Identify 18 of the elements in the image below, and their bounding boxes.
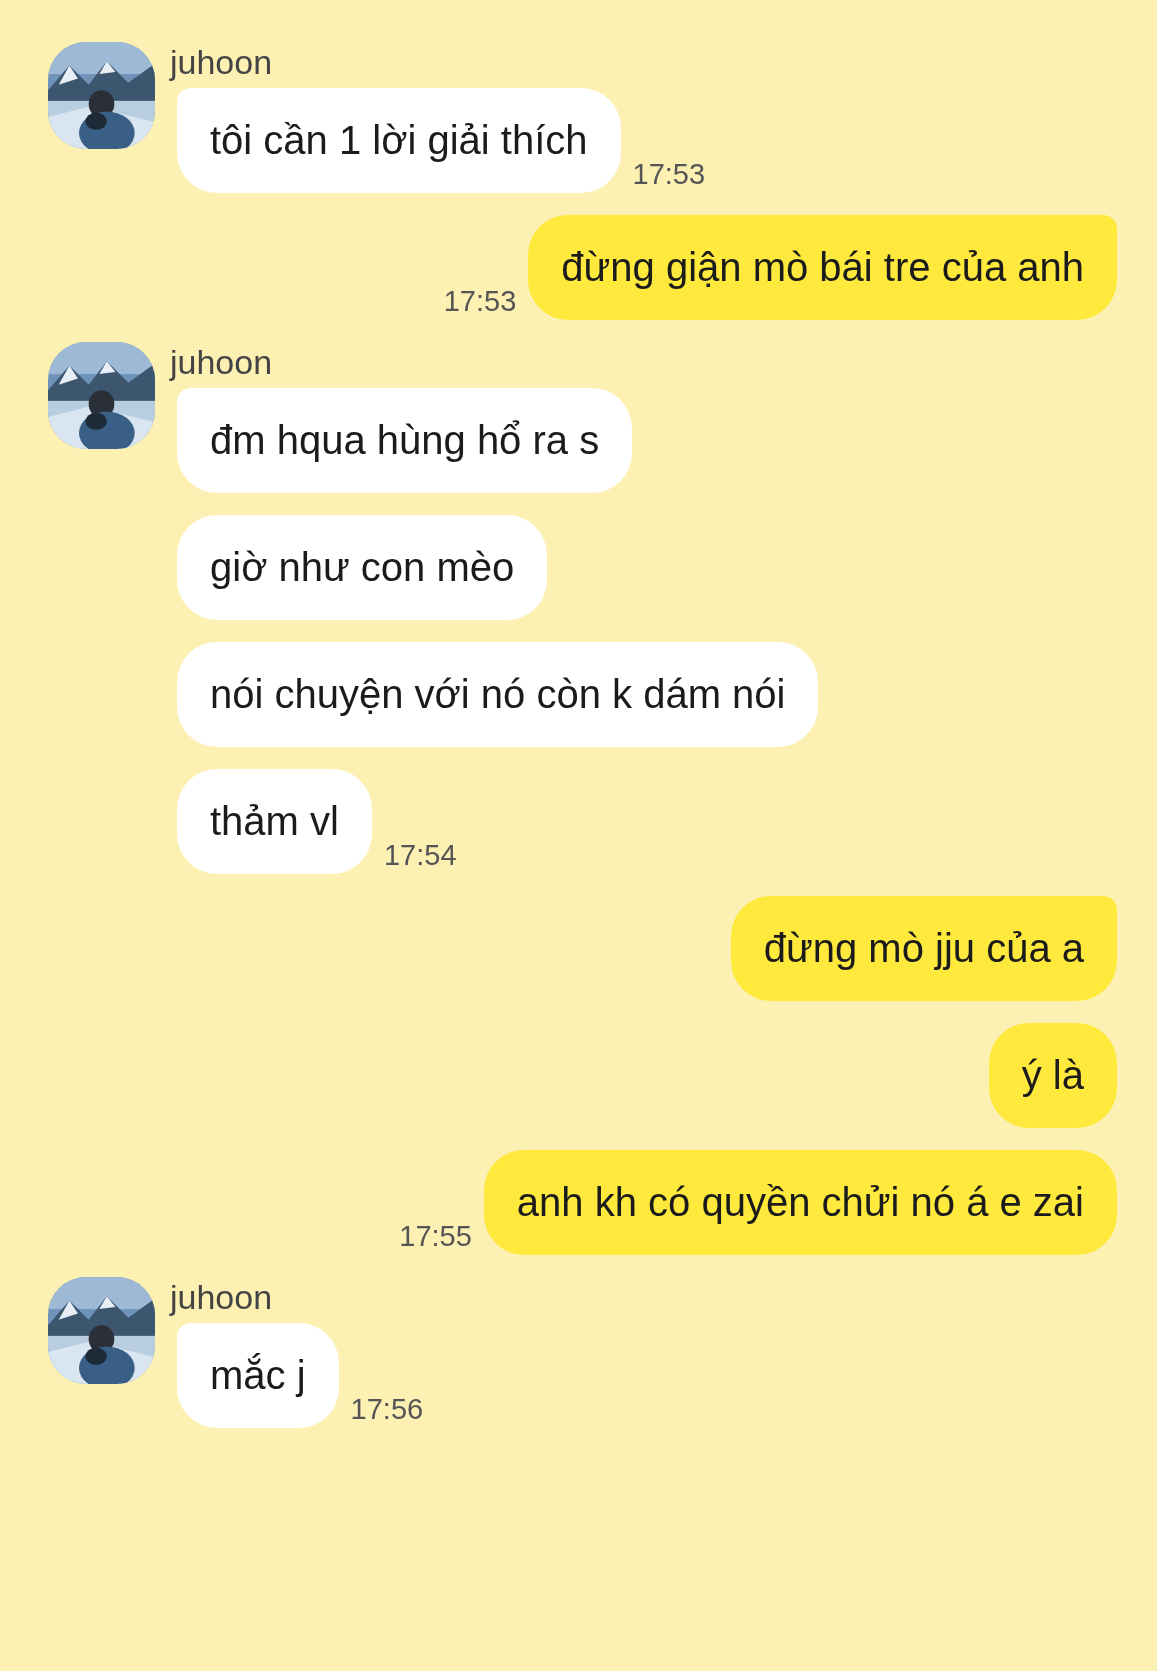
message-bubble: tôi cần 1 lời giải thích: [177, 88, 621, 193]
message-bubble: đừng giận mò bái tre của anh: [528, 215, 1117, 320]
message-bubble: ý là: [988, 1023, 1117, 1128]
message-bubble: nói chuyện với nó còn k dám nói: [177, 642, 819, 747]
message-bubble: đừng mò jju của a: [730, 896, 1117, 1001]
timestamp: 17:53: [443, 284, 517, 318]
sender-name: juhoon: [170, 1277, 273, 1317]
message-bubble: mắc j: [177, 1323, 339, 1428]
sender-name: juhoon: [170, 342, 273, 382]
timestamp: 17:56: [350, 1392, 424, 1426]
sender-name: juhoon: [170, 42, 273, 82]
timestamp: 17:54: [383, 838, 457, 872]
message-bubble: anh kh có quyền chửi nó á e zai: [483, 1150, 1117, 1255]
message-bubble: giờ như con mèo: [177, 515, 548, 620]
message-bubble: thảm vl: [177, 769, 372, 874]
message-bubble: đm hqua hùng hổ ra s: [177, 388, 633, 493]
timestamp: 17:53: [632, 157, 706, 191]
timestamp: 17:55: [399, 1219, 472, 1253]
